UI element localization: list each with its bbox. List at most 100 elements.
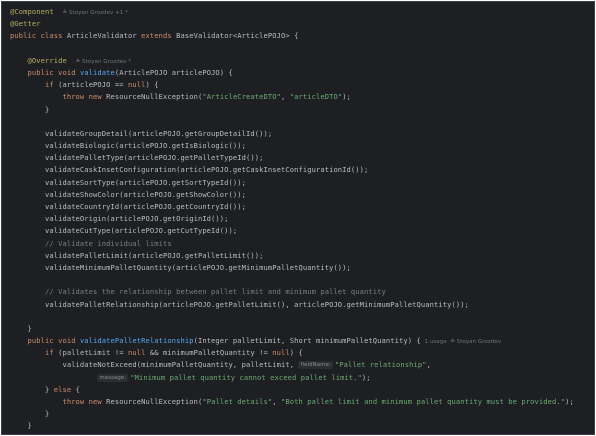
code-area[interactable]: @Component ≙ Stoyan Grozdev +1 * @Getter p… — [10, 6, 594, 433]
code-line[interactable]: validatePalletRelationship(articlePOJO.g… — [10, 299, 594, 311]
code-token: validatePalletRelationship — [79, 336, 194, 346]
code-line[interactable]: // Validate individual limits — [10, 238, 594, 250]
code-line[interactable]: } — [10, 420, 594, 432]
code-line[interactable]: public void validate(ArticlePOJO article… — [10, 67, 594, 79]
parameter-name-hint: fieldName: — [298, 361, 333, 370]
code-token: ); — [565, 397, 574, 406]
code-token: ); — [361, 372, 371, 382]
code-line[interactable]: validateNotExceed(minimumPalletQuantity,… — [10, 359, 594, 371]
code-token: validateCountryId(articlePOJO.getCountry… — [10, 202, 247, 211]
code-token: throw new — [10, 397, 107, 406]
code-token: validateCutType(articlePOJO.getCutTypeId… — [10, 226, 238, 236]
code-token: (Integer palletLimit, Short minimumPalle… — [193, 336, 421, 346]
code-line[interactable]: validateGroupDetail(articlePOJO.getGroup… — [10, 128, 594, 140]
code-token: "Pallet details" — [202, 397, 273, 406]
code-token: @Getter — [10, 19, 41, 29]
code-token: null — [272, 348, 290, 358]
code-line[interactable]: @Getter — [10, 18, 594, 30]
code-token: , — [272, 397, 282, 406]
code-line[interactable]: validateOrigin(articlePOJO.getOriginId()… — [10, 213, 594, 225]
author-inlay-hint: 1 usage ≙ Stoyan Grozdev — [420, 339, 502, 346]
code-token: if — [10, 348, 59, 358]
code-line[interactable]: public void validatePalletRelationship(I… — [10, 335, 594, 347]
code-token: } — [10, 323, 32, 333]
code-token: "Pallet relationship" — [334, 360, 427, 370]
code-line[interactable]: @Component ≙ Stoyan Grozdev +1 * — [10, 6, 594, 18]
author-inlay-hint: ≙ Stoyan Grozdev +1 * — [62, 10, 128, 16]
code-token: && minimumPalletQuantity != — [145, 348, 273, 358]
code-token: { — [75, 384, 80, 394]
code-token: (articlePOJO == — [58, 80, 129, 90]
code-token: "Both pallet limit and minimum pallet qu… — [281, 397, 566, 406]
code-token: validateCaskInsetConfiguration(articlePO… — [10, 165, 369, 175]
code-token: public void — [10, 336, 80, 346]
code-line[interactable]: throw new ResourceNullException("Pallet … — [10, 396, 594, 408]
code-token: validateMinimumPalletQuantity(articlePOJ… — [10, 262, 351, 272]
code-token: validateNotExceed(minimumPalletQuantity,… — [10, 360, 299, 370]
code-line[interactable]: validateCaskInsetConfiguration(articlePO… — [10, 164, 594, 176]
code-token: ) { — [145, 80, 159, 90]
code-token: validatePalletLimit(articlePOJO.getPalle… — [10, 250, 264, 260]
code-line[interactable]: validateShowColor(articlePOJO.getShowCol… — [10, 189, 594, 201]
code-token: ResourceNullException( — [106, 397, 203, 406]
code-token: // Validate individual limits — [10, 238, 172, 248]
code-line[interactable]: validateCutType(articlePOJO.getCutTypeId… — [10, 225, 594, 237]
code-token: , — [281, 92, 290, 102]
code-token: } — [10, 104, 50, 114]
code-line[interactable] — [10, 116, 594, 128]
code-line[interactable] — [10, 311, 594, 323]
code-token: ); — [342, 92, 351, 102]
code-line[interactable]: validateMinimumPalletQuantity(articlePOJ… — [10, 262, 594, 274]
code-token: ResourceNullException( — [106, 92, 203, 102]
code-token: } — [10, 421, 32, 431]
code-token: @Component — [10, 7, 54, 16]
code-line[interactable]: } else { — [10, 384, 594, 396]
code-token: } — [10, 409, 50, 419]
code-token: validateBiologic(articlePOJO.getIsBiolog… — [10, 141, 247, 151]
code-token: (ArticlePOJO articlePOJO) { — [114, 67, 233, 77]
code-token: validatePalletType(articlePOJO.getPallet… — [10, 153, 264, 163]
code-line[interactable]: throw new ResourceNullException("Article… — [10, 91, 594, 103]
code-token: "Minimum pallet quantity cannot exceed p… — [130, 372, 362, 382]
code-token: validateGroupDetail(articlePOJO.getGroup… — [10, 128, 273, 138]
code-line[interactable]: validateCountryId(articlePOJO.getCountry… — [10, 201, 594, 213]
code-line[interactable]: // Validates the relationship between pa… — [10, 286, 594, 298]
code-token: public void — [10, 67, 80, 77]
code-token: ) { — [289, 348, 303, 358]
code-line[interactable]: validateBiologic(articlePOJO.getIsBiolog… — [10, 140, 594, 152]
code-line[interactable]: validateSortType(articlePOJO.getSortType… — [10, 177, 594, 189]
code-token: @Override — [10, 55, 67, 65]
code-line[interactable]: } — [10, 408, 594, 420]
code-token: public class — [10, 31, 67, 41]
code-line[interactable]: public class ArticleValidator extends Ba… — [10, 30, 594, 42]
code-token: ArticleValidator — [66, 31, 142, 41]
code-token: } — [10, 384, 54, 394]
code-line[interactable]: if (articlePOJO == null) { — [10, 79, 594, 91]
code-token: validateSortType(articlePOJO.getSortType… — [10, 177, 247, 187]
code-token: null — [128, 348, 146, 358]
parameter-name-hint: message: — [97, 373, 129, 382]
code-token: null — [128, 80, 146, 90]
code-token: , — [426, 360, 432, 370]
code-line[interactable]: } — [10, 323, 594, 335]
code-token: extends — [141, 31, 177, 41]
code-line[interactable]: validatePalletLimit(articlePOJO.getPalle… — [10, 250, 594, 262]
author-inlay-hint: ≙ Stoyan Grozdev * — [75, 58, 132, 65]
code-line[interactable]: validatePalletType(articlePOJO.getPallet… — [10, 152, 594, 164]
code-token: validateOrigin(articlePOJO.getOriginId()… — [10, 214, 229, 224]
code-line[interactable]: } — [10, 104, 594, 116]
code-line[interactable]: @Override ≙ Stoyan Grozdev * — [10, 55, 594, 67]
code-token: "ArticleCreateDTO" — [202, 92, 282, 102]
code-line[interactable]: if (palletLimit != null && minimumPallet… — [10, 347, 594, 359]
code-token: validateShowColor(articlePOJO.getShowCol… — [10, 189, 247, 199]
code-line[interactable] — [10, 274, 594, 286]
code-editor[interactable]: @Component ≙ Stoyan Grozdev +1 * @Getter p… — [1, 1, 595, 435]
code-token: else — [53, 384, 76, 394]
code-token: throw new — [10, 92, 107, 102]
code-token: validatePalletRelationship(articlePOJO.g… — [10, 299, 469, 309]
code-line[interactable]: message: "Minimum pallet quantity cannot … — [10, 372, 594, 384]
code-line[interactable] — [10, 43, 594, 55]
code-token: BaseValidator<ArticlePOJO> { — [176, 31, 299, 41]
